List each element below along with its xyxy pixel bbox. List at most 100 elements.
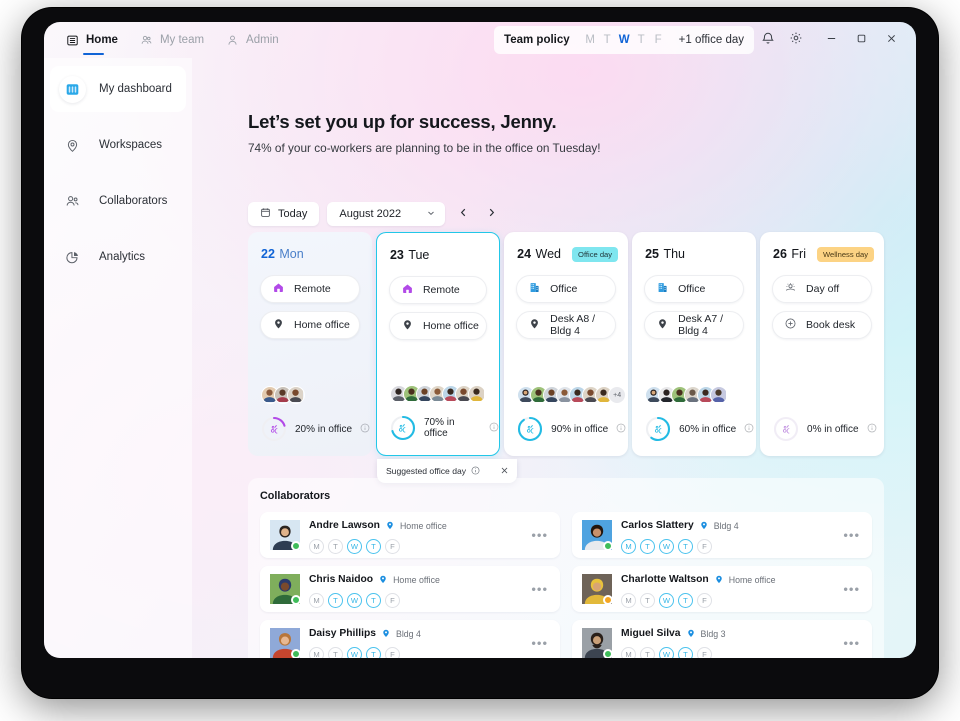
- day-card-header: 24 Wed Office day: [504, 232, 628, 263]
- day-pill-t2[interactable]: T: [678, 539, 693, 554]
- collaborator-location: Bldg 4: [714, 521, 739, 531]
- info-icon[interactable]: [867, 420, 877, 438]
- office-percentage[interactable]: 70% in office: [390, 415, 499, 441]
- day-pill-m[interactable]: M: [621, 647, 636, 659]
- day-pill-t1[interactable]: T: [328, 593, 343, 608]
- collaborator-info: Daisy Phillips Bldg 4 M T W T: [309, 625, 421, 659]
- tab-my-team[interactable]: My team: [140, 22, 204, 58]
- day-pill-t2[interactable]: T: [678, 647, 693, 659]
- tab-admin[interactable]: Admin: [226, 22, 279, 58]
- office-percentage[interactable]: 90% in office: [517, 416, 626, 442]
- close-icon[interactable]: [500, 466, 509, 477]
- day-pill-t2[interactable]: T: [366, 647, 381, 659]
- attendee-avatars[interactable]: [645, 386, 728, 404]
- collaborator-day-pills: M T W T F: [621, 593, 776, 608]
- collaborator-row[interactable]: Miguel Silva Bldg 3 M T W T: [572, 620, 872, 658]
- month-select[interactable]: August 2022: [327, 202, 445, 226]
- settings-button[interactable]: [782, 26, 810, 54]
- team-policy-chip[interactable]: Team policy M T W T F +1 office day: [494, 26, 754, 54]
- day-pill-w[interactable]: W: [347, 539, 362, 554]
- day-card-wed[interactable]: 24 Wed Office day Office Desk A8 / Bldg …: [504, 232, 628, 456]
- day-pill-m[interactable]: M: [309, 593, 324, 608]
- attendee-avatars[interactable]: [390, 385, 486, 403]
- more-options-icon[interactable]: •••: [843, 636, 860, 651]
- info-icon[interactable]: [616, 420, 626, 438]
- work-mode-pill[interactable]: Office: [516, 275, 616, 303]
- day-pill-m[interactable]: M: [309, 539, 324, 554]
- location-pill[interactable]: Home office: [389, 312, 487, 340]
- collaborator-row[interactable]: Andre Lawson Home office M T W T: [260, 512, 560, 558]
- day-pill-f[interactable]: F: [385, 539, 400, 554]
- day-pill-f[interactable]: F: [385, 593, 400, 608]
- work-mode-pill[interactable]: Remote: [389, 276, 487, 304]
- people-icon: [261, 416, 287, 442]
- prev-week-button[interactable]: [453, 203, 473, 225]
- more-options-icon[interactable]: •••: [531, 528, 548, 543]
- info-icon[interactable]: [471, 466, 480, 477]
- work-mode-pill[interactable]: Day off: [772, 275, 872, 303]
- day-pill-f[interactable]: F: [385, 647, 400, 659]
- sidebar-item-workspaces[interactable]: Workspaces: [50, 122, 186, 168]
- notification-button[interactable]: [754, 26, 782, 54]
- office-percentage[interactable]: 60% in office: [645, 416, 754, 442]
- work-mode-pill[interactable]: Office: [644, 275, 744, 303]
- day-pill-t1[interactable]: T: [640, 593, 655, 608]
- maximize-button[interactable]: [846, 26, 876, 54]
- attendee-avatars[interactable]: [261, 386, 305, 404]
- day-pill-f[interactable]: F: [697, 593, 712, 608]
- day-pill-w[interactable]: W: [347, 593, 362, 608]
- day-pill-w[interactable]: W: [659, 647, 674, 659]
- collaborator-row[interactable]: Daisy Phillips Bldg 4 M T W T: [260, 620, 560, 658]
- more-options-icon[interactable]: •••: [843, 528, 860, 543]
- tab-home[interactable]: Home: [66, 22, 118, 58]
- location-pill[interactable]: Desk A8 / Bldg 4: [516, 311, 616, 339]
- book-desk-pill[interactable]: Book desk: [772, 311, 872, 339]
- more-options-icon[interactable]: •••: [843, 582, 860, 597]
- work-mode-pill[interactable]: Remote: [260, 275, 360, 303]
- collaborator-day-pills: M T W T F: [621, 539, 739, 554]
- info-icon[interactable]: [744, 420, 754, 438]
- location-pin-icon: [686, 625, 696, 643]
- day-pill-t1[interactable]: T: [328, 539, 343, 554]
- day-card-mon[interactable]: 22 Mon Remote Home office: [248, 232, 372, 456]
- day-pill-m[interactable]: M: [621, 539, 636, 554]
- day-pill-f[interactable]: F: [697, 647, 712, 659]
- day-pill-m[interactable]: M: [621, 593, 636, 608]
- day-card-tue[interactable]: 23 Tue Remote Home office: [376, 232, 500, 456]
- info-icon[interactable]: [360, 420, 370, 438]
- close-button[interactable]: [876, 26, 906, 54]
- day-pill-t2[interactable]: T: [678, 593, 693, 608]
- minimize-button[interactable]: [816, 26, 846, 54]
- more-options-icon[interactable]: •••: [531, 582, 548, 597]
- day-pill-m[interactable]: M: [309, 647, 324, 659]
- sidebar-item-my-dashboard[interactable]: My dashboard: [50, 66, 186, 112]
- day-card-fri[interactable]: 26 Fri Wellness day Day off: [760, 232, 884, 456]
- collaborator-row[interactable]: Charlotte Waltson Home office M T W T: [572, 566, 872, 612]
- day-pill-w[interactable]: W: [659, 539, 674, 554]
- today-button[interactable]: Today: [248, 202, 319, 226]
- day-pill-f[interactable]: F: [697, 539, 712, 554]
- attendee-avatars[interactable]: +4: [517, 386, 626, 404]
- office-percentage[interactable]: 0% in office: [773, 416, 877, 442]
- day-card-date-group: 25 Thu: [645, 245, 685, 263]
- sidebar-item-analytics[interactable]: Analytics: [50, 234, 186, 280]
- day-pill-t2[interactable]: T: [366, 539, 381, 554]
- sidebar-item-collaborators[interactable]: Collaborators: [50, 178, 186, 224]
- day-pill-t1[interactable]: T: [328, 647, 343, 659]
- day-card-thu[interactable]: 25 Thu Office Desk A7 / Bldg 4: [632, 232, 756, 456]
- collaborator-row[interactable]: Chris Naidoo Home office M T W T: [260, 566, 560, 612]
- location-pill[interactable]: Home office: [260, 311, 360, 339]
- info-icon[interactable]: [489, 419, 499, 437]
- day-pill-t1[interactable]: T: [640, 539, 655, 554]
- day-pill-w[interactable]: W: [659, 593, 674, 608]
- avatar-overflow-count[interactable]: +4: [608, 386, 626, 404]
- day-pill-t1[interactable]: T: [640, 647, 655, 659]
- location-pill[interactable]: Desk A7 / Bldg 4: [644, 311, 744, 339]
- more-options-icon[interactable]: •••: [531, 636, 548, 651]
- next-week-button[interactable]: [481, 203, 501, 225]
- day-pill-t2[interactable]: T: [366, 593, 381, 608]
- day-pill-w[interactable]: W: [347, 647, 362, 659]
- percentage-ring: [390, 415, 416, 441]
- office-percentage[interactable]: 20% in office: [261, 416, 370, 442]
- collaborator-row[interactable]: Carlos Slattery Bldg 4 M T W T: [572, 512, 872, 558]
